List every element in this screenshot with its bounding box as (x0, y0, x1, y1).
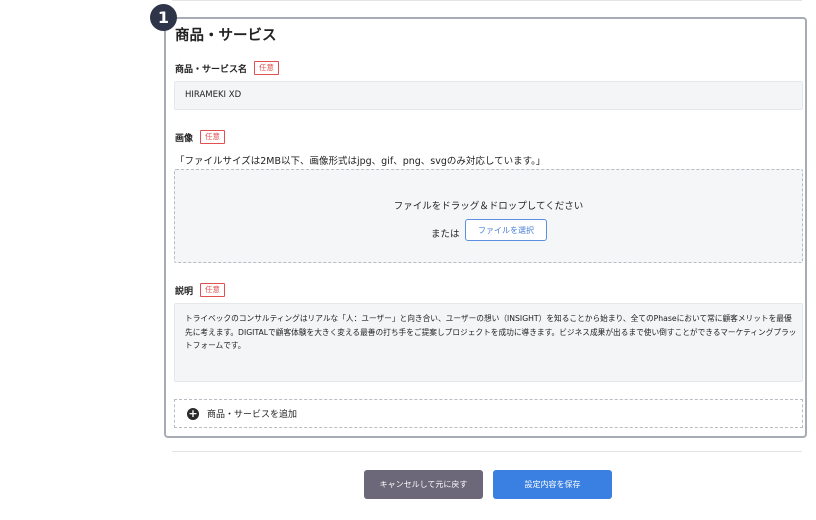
description-value: トライベックのコンサルティングはリアルな「人：ユーザー」と向き合い、ユーザーの想… (185, 314, 797, 350)
step-number-badge: 1 (150, 4, 177, 31)
optional-badge: 任意 (254, 61, 280, 75)
section-title: 商品・サービス (175, 28, 277, 44)
select-file-button[interactable]: ファイルを選択 (465, 219, 547, 241)
description-field-label-text: 説明 (175, 286, 194, 297)
image-format-note: 「ファイルサイズは2MB以下、画像形式はjpg、gif、png、svgのみ対応し… (175, 156, 546, 167)
name-field-label: 商品・サービス名 任意 (175, 61, 280, 75)
image-field-label-text: 画像 (175, 133, 194, 144)
cancel-button[interactable]: キャンセルして元に戻す (364, 470, 483, 499)
image-dropzone[interactable]: ファイルをドラッグ＆ドロップしてください または ファイルを選択 (174, 169, 803, 263)
plus-circle-icon: + (187, 406, 199, 420)
description-field-label: 説明 任意 (175, 283, 226, 297)
save-button[interactable]: 設定内容を保存 (493, 470, 612, 499)
product-name-input[interactable]: HIRAMEKI XD (174, 81, 803, 110)
product-service-card: 商品・サービス 商品・サービス名 任意 HIRAMEKI XD 画像 任意 「フ… (164, 17, 807, 438)
top-divider (172, 0, 802, 1)
optional-badge: 任意 (200, 283, 226, 297)
optional-badge: 任意 (200, 130, 226, 144)
dropzone-prompt: ファイルをドラッグ＆ドロップしてください (393, 201, 584, 212)
add-product-service-button[interactable]: + 商品・サービスを追加 (174, 399, 803, 428)
dropzone-or-text: または (431, 229, 460, 240)
description-textarea[interactable]: トライベックのコンサルティングはリアルな「人：ユーザー」と向き合い、ユーザーの想… (174, 303, 803, 382)
image-field-label: 画像 任意 (175, 130, 226, 144)
product-name-value: HIRAMEKI XD (185, 90, 242, 100)
name-field-label-text: 商品・サービス名 (175, 64, 248, 75)
add-product-service-label: 商品・サービスを追加 (207, 410, 298, 420)
bottom-divider (172, 451, 802, 452)
